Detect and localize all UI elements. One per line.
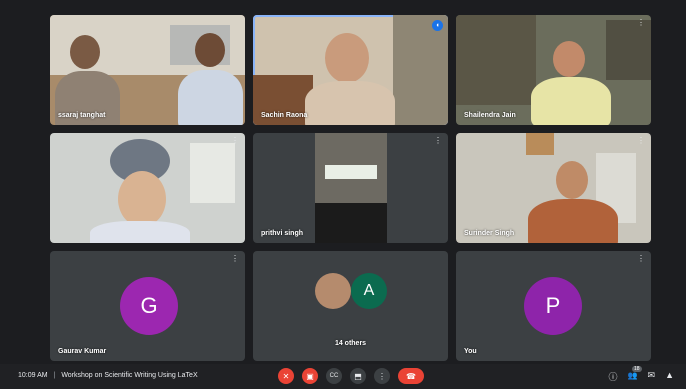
hangup-button[interactable]: ☎ — [398, 368, 424, 384]
participant-grid: ssaraj tanghat ◖ Sachin Raona ⋮ Shailend… — [50, 15, 651, 361]
tile-more-icon[interactable]: ⋮ — [637, 255, 645, 263]
hangup-icon: ☎ — [406, 371, 416, 381]
chat-icon[interactable]: ✉ — [648, 370, 656, 383]
others-tile[interactable]: A 14 others — [253, 251, 448, 361]
video-feed — [456, 15, 651, 125]
video-feed — [253, 15, 448, 125]
more-options-icon: ⋮ — [378, 371, 386, 381]
captions-button[interactable]: CC — [326, 368, 342, 384]
participant-tile[interactable]: ⋮ — [50, 133, 245, 243]
people-icon: 👥 — [627, 371, 638, 380]
participant-name: ssaraj tanghat — [58, 112, 106, 119]
participant-photo-avatar — [315, 273, 351, 309]
others-count: 14 others — [334, 340, 367, 347]
mic-off-icon: ✕ — [282, 371, 290, 381]
self-avatar: P — [524, 277, 582, 335]
info-icon[interactable]: ⓘ — [609, 370, 618, 383]
meeting-title: Workshop on Scientific Writing Using LaT… — [61, 372, 198, 379]
participant-name: You — [464, 348, 477, 355]
video-feed — [50, 15, 245, 125]
participant-tile[interactable]: G ⋮ Gaurav Kumar — [50, 251, 245, 361]
participant-name: Gaurav Kumar — [58, 348, 107, 355]
tile-more-icon[interactable]: ⋮ — [231, 255, 239, 263]
participant-tile[interactable]: ⋮ prithvi singh — [253, 133, 448, 243]
tile-more-icon[interactable]: ⋮ — [434, 137, 442, 145]
separator: | — [53, 372, 56, 379]
people-count-badge: 18 — [631, 366, 642, 372]
self-tile[interactable]: P ⋮ You — [456, 251, 651, 361]
captions-icon: CC — [329, 373, 339, 379]
present-button[interactable]: ⬒ — [350, 368, 366, 384]
side-actions: ⓘ 👥 18 ✉ ▲ — [609, 366, 674, 383]
speaking-indicator-icon: ◖ — [432, 20, 443, 31]
participant-avatar: G — [120, 277, 178, 335]
call-controls: ✕ ▣ CC ⬒ ⋮ ☎ — [278, 368, 424, 384]
tile-more-icon[interactable]: ⋮ — [231, 137, 239, 145]
participant-name: prithvi singh — [261, 230, 303, 237]
tile-more-icon[interactable]: ⋮ — [637, 19, 645, 27]
video-feed — [456, 133, 651, 243]
participant-tile[interactable]: ssaraj tanghat — [50, 15, 245, 125]
video-feed — [50, 133, 245, 243]
tile-more-icon[interactable]: ⋮ — [637, 137, 645, 145]
mic-toggle-button[interactable]: ✕ — [278, 368, 294, 384]
meeting-info: 10:09 AM | Workshop on Scientific Writin… — [18, 372, 198, 379]
meeting-toolbar: 10:09 AM | Workshop on Scientific Writin… — [0, 364, 686, 389]
participant-tile-active-speaker[interactable]: ◖ Sachin Raona — [253, 15, 448, 125]
meeting-stage: ssaraj tanghat ◖ Sachin Raona ⋮ Shailend… — [0, 0, 686, 389]
participant-name: Surinder Singh — [464, 230, 515, 237]
participant-tile[interactable]: ⋮ Shailendra Jain — [456, 15, 651, 125]
participant-tile[interactable]: ⋮ Surinder Singh — [456, 133, 651, 243]
camera-toggle-button[interactable]: ▣ — [302, 368, 318, 384]
camera-off-icon: ▣ — [306, 371, 314, 381]
activities-icon[interactable]: ▲ — [665, 370, 674, 383]
participant-name: Shailendra Jain — [464, 112, 516, 119]
participant-avatar: A — [351, 273, 387, 309]
video-feed — [253, 133, 448, 243]
participant-name: Sachin Raona — [261, 112, 308, 119]
meeting-time: 10:09 AM — [18, 372, 48, 379]
more-options-button[interactable]: ⋮ — [374, 368, 390, 384]
people-button[interactable]: 👥 18 — [627, 366, 642, 383]
present-icon: ⬒ — [354, 371, 362, 381]
